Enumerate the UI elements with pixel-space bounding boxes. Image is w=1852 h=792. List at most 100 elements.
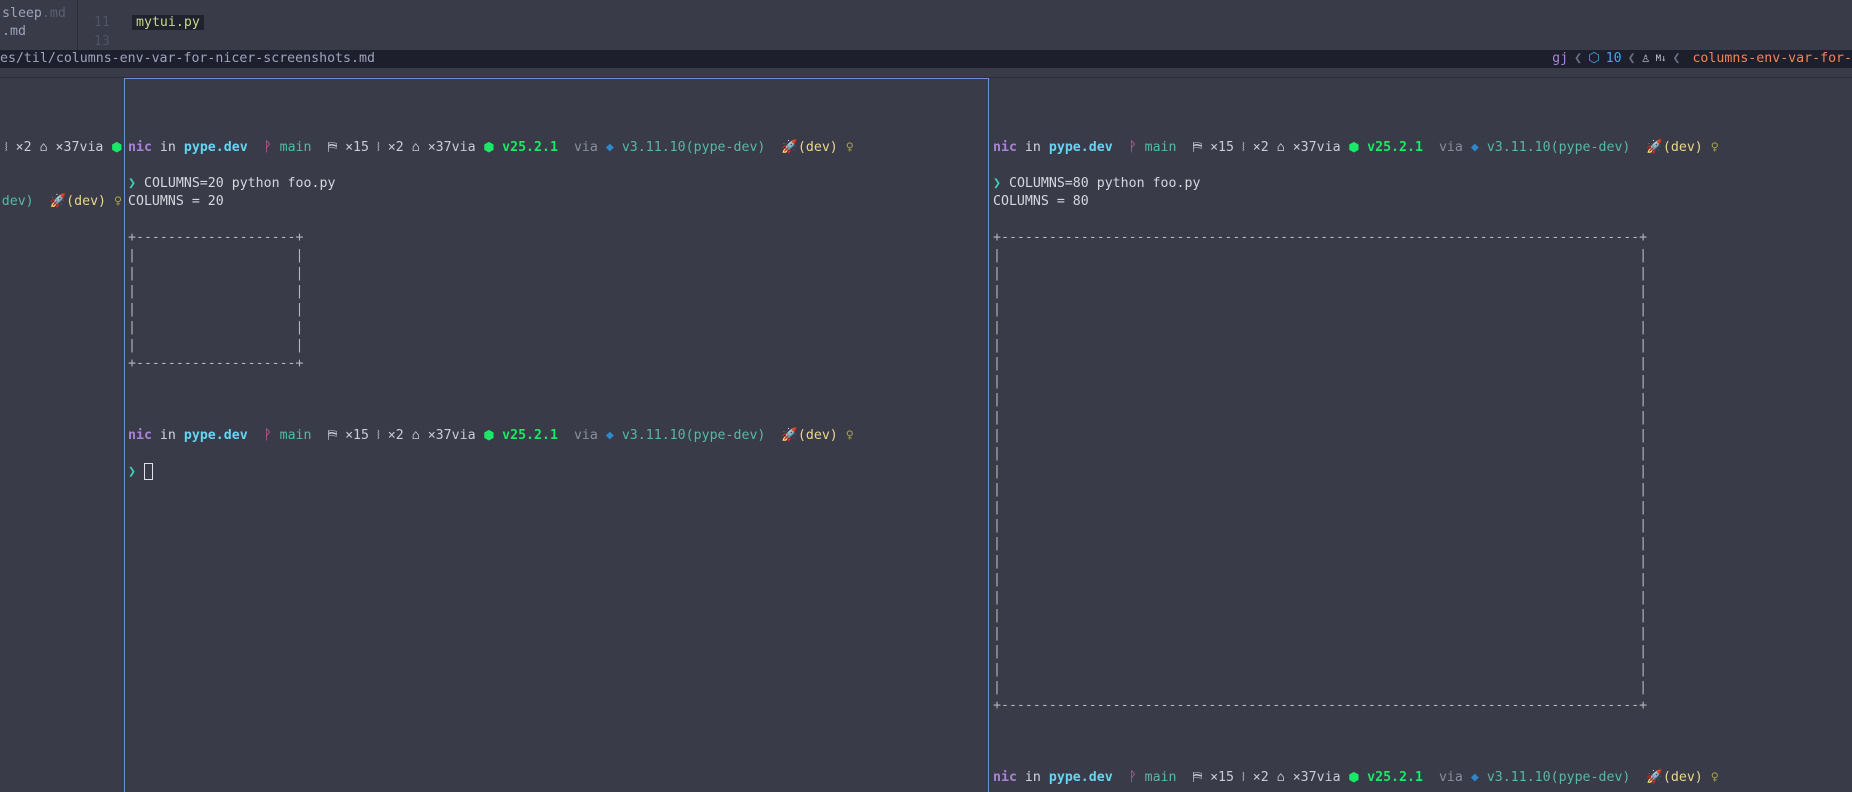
prompt-segment: v3.11.10(pype-dev)	[1478, 140, 1631, 155]
line-number: 11	[94, 15, 110, 30]
box-side: | |	[993, 391, 1719, 409]
temple-icon: ⌂	[39, 140, 48, 155]
modified-icon: ⛿	[327, 428, 338, 443]
prompt-line: nic in pype.dev ᚹ main ⛿ ×15 ⧘ ×2 ⌂ ×37v…	[128, 427, 854, 445]
prompt-segment: ×15	[345, 428, 370, 443]
prompt-segment: | |	[993, 266, 1648, 281]
terminal-cursor[interactable]	[143, 463, 153, 480]
prompt-segment: | |	[993, 536, 1648, 551]
node-icon: ⬢	[483, 428, 495, 443]
box-top: +---------------------------------------…	[993, 229, 1719, 247]
output-line: COLUMNS = 80	[993, 193, 1719, 211]
box-side: | |	[128, 265, 854, 283]
box-side: | |	[993, 337, 1719, 355]
box-side: | |	[128, 301, 854, 319]
box-side: | |	[993, 589, 1719, 607]
prompt-segment: ×2	[15, 140, 40, 155]
prompt-line: nic in pype.dev ᚹ main ⛿ ×15 ⧘ ×2 ⌂ ×37v…	[993, 139, 1719, 157]
prompt-segment: | |	[128, 320, 304, 335]
prompt-segment: | |	[128, 302, 304, 317]
prompt-segment: +--------------------+	[128, 230, 304, 245]
node-icon: ⬢	[1348, 770, 1360, 785]
prompt-segment: | |	[993, 680, 1648, 695]
prompt-char: ❯	[128, 464, 136, 480]
temple-icon: ⌂	[411, 140, 420, 155]
prompt-segment: pype.dev	[183, 428, 248, 443]
prompt-segment: nic	[993, 770, 1017, 785]
prompt-segment: (dev)	[66, 194, 107, 209]
dna-icon: ⧘	[4, 140, 8, 155]
box-side: | |	[993, 661, 1719, 679]
rocket-icon: 🚀	[1646, 140, 1663, 155]
prompt-segment: | |	[993, 626, 1648, 641]
terminal-pane-right[interactable]: nic in pype.dev ᚹ main ⛿ ×15 ⧘ ×2 ⌂ ×37v…	[988, 78, 1852, 792]
python-icon: ◆	[1470, 140, 1479, 155]
prompt-segment: .md	[2, 24, 26, 39]
prompt-segment: ×37via	[1292, 140, 1341, 155]
branch-icon: ᚹ	[263, 140, 272, 155]
prompt-segment: ×37via	[1292, 770, 1341, 785]
command-line: ❯ COLUMNS=20 python foo.py	[128, 175, 854, 193]
prompt-segment: v3.11.10(pype-dev)	[1478, 770, 1631, 785]
divider	[77, 0, 78, 50]
branch-icon: ᚹ	[263, 428, 272, 443]
box-side: | |	[993, 445, 1719, 463]
prompt-segment: dev)	[1, 194, 34, 209]
box-side: | |	[993, 517, 1719, 535]
prompt-segment: ×2	[1252, 140, 1269, 155]
box-side: | |	[993, 247, 1719, 265]
prompt-segment: nic	[128, 140, 152, 155]
prompt-segment: | |	[993, 392, 1648, 407]
prompt-segment: v25.2.1	[1367, 770, 1423, 785]
prompt-segment: | |	[128, 248, 304, 263]
box-side: | |	[993, 553, 1719, 571]
pin-icon: ♀	[114, 194, 122, 209]
box-side: | |	[128, 337, 854, 355]
prompt-segment: | |	[993, 374, 1648, 389]
terminal-pane-partial[interactable]: ⧘ ×2 ⌂ ×37via ⬢ dev) 🚀(dev) ♀	[0, 78, 124, 792]
box-side: | |	[993, 607, 1719, 625]
count: 10	[1605, 51, 1622, 66]
prompt-segment: | |	[993, 554, 1648, 569]
prompt-segment: | |	[128, 266, 304, 281]
prompt-line: nic in pype.dev ᚹ main ⛿ ×15 ⧘ ×2 ⌂ ×37v…	[128, 139, 854, 157]
box-side: | |	[128, 247, 854, 265]
box-top: +--------------------+	[128, 229, 854, 247]
prompt-segment: pype.dev	[183, 140, 248, 155]
dna-icon: ⧘	[377, 140, 380, 155]
dna-icon: ⧘	[1242, 140, 1245, 155]
box-side: | |	[128, 283, 854, 301]
box-side: | |	[993, 319, 1719, 337]
modified-icon: ⛿	[327, 140, 338, 155]
chevron-icon: ❮	[1574, 51, 1583, 66]
prompt-segment: nic	[993, 140, 1017, 155]
status-bar: es/til/columns-env-var-for-nicer-screens…	[0, 50, 1852, 68]
prompt-segment: v3.11.10(pype-dev)	[613, 428, 766, 443]
prompt-segment: v25.2.1	[1367, 140, 1423, 155]
branch-icon: ᚹ	[1128, 140, 1137, 155]
prompt-segment: .md	[41, 6, 66, 21]
prompt-segment: | |	[993, 644, 1648, 659]
markdown-icon: M↓	[1655, 54, 1667, 64]
prompt-segment: main	[271, 428, 312, 443]
prompt-segment: v25.2.1	[502, 428, 558, 443]
file-item[interactable]: .md	[2, 23, 26, 41]
rocket-icon: 🚀	[781, 140, 798, 155]
highlighted-text[interactable]: mytui.py	[132, 15, 204, 30]
linux-icon: ♙	[1641, 51, 1650, 66]
temple-icon: ⌂	[1276, 770, 1285, 785]
prompt-char: ❯	[128, 176, 136, 191]
prompt-segment: in	[151, 140, 184, 155]
box-side: | |	[993, 409, 1719, 427]
file-path: es/til/columns-env-var-for-nicer-screens…	[0, 51, 375, 66]
box-side: | |	[993, 679, 1719, 697]
prompt-line: nic in pype.dev ᚹ main ⛿ ×15 ⧘ ×2 ⌂ ×37v…	[993, 769, 1719, 787]
editor-area: sleep.md .md 9 11 13 mytui.py	[0, 0, 1852, 50]
prompt-segment: main	[271, 140, 312, 155]
prompt-segment: in	[1016, 770, 1049, 785]
python-icon: ◆	[605, 140, 614, 155]
python-icon: ◆	[1470, 770, 1479, 785]
file-item[interactable]: sleep.md	[2, 5, 66, 23]
terminal-pane-left[interactable]: nic in pype.dev ᚹ main ⛿ ×15 ⧘ ×2 ⌂ ×37v…	[124, 78, 988, 792]
